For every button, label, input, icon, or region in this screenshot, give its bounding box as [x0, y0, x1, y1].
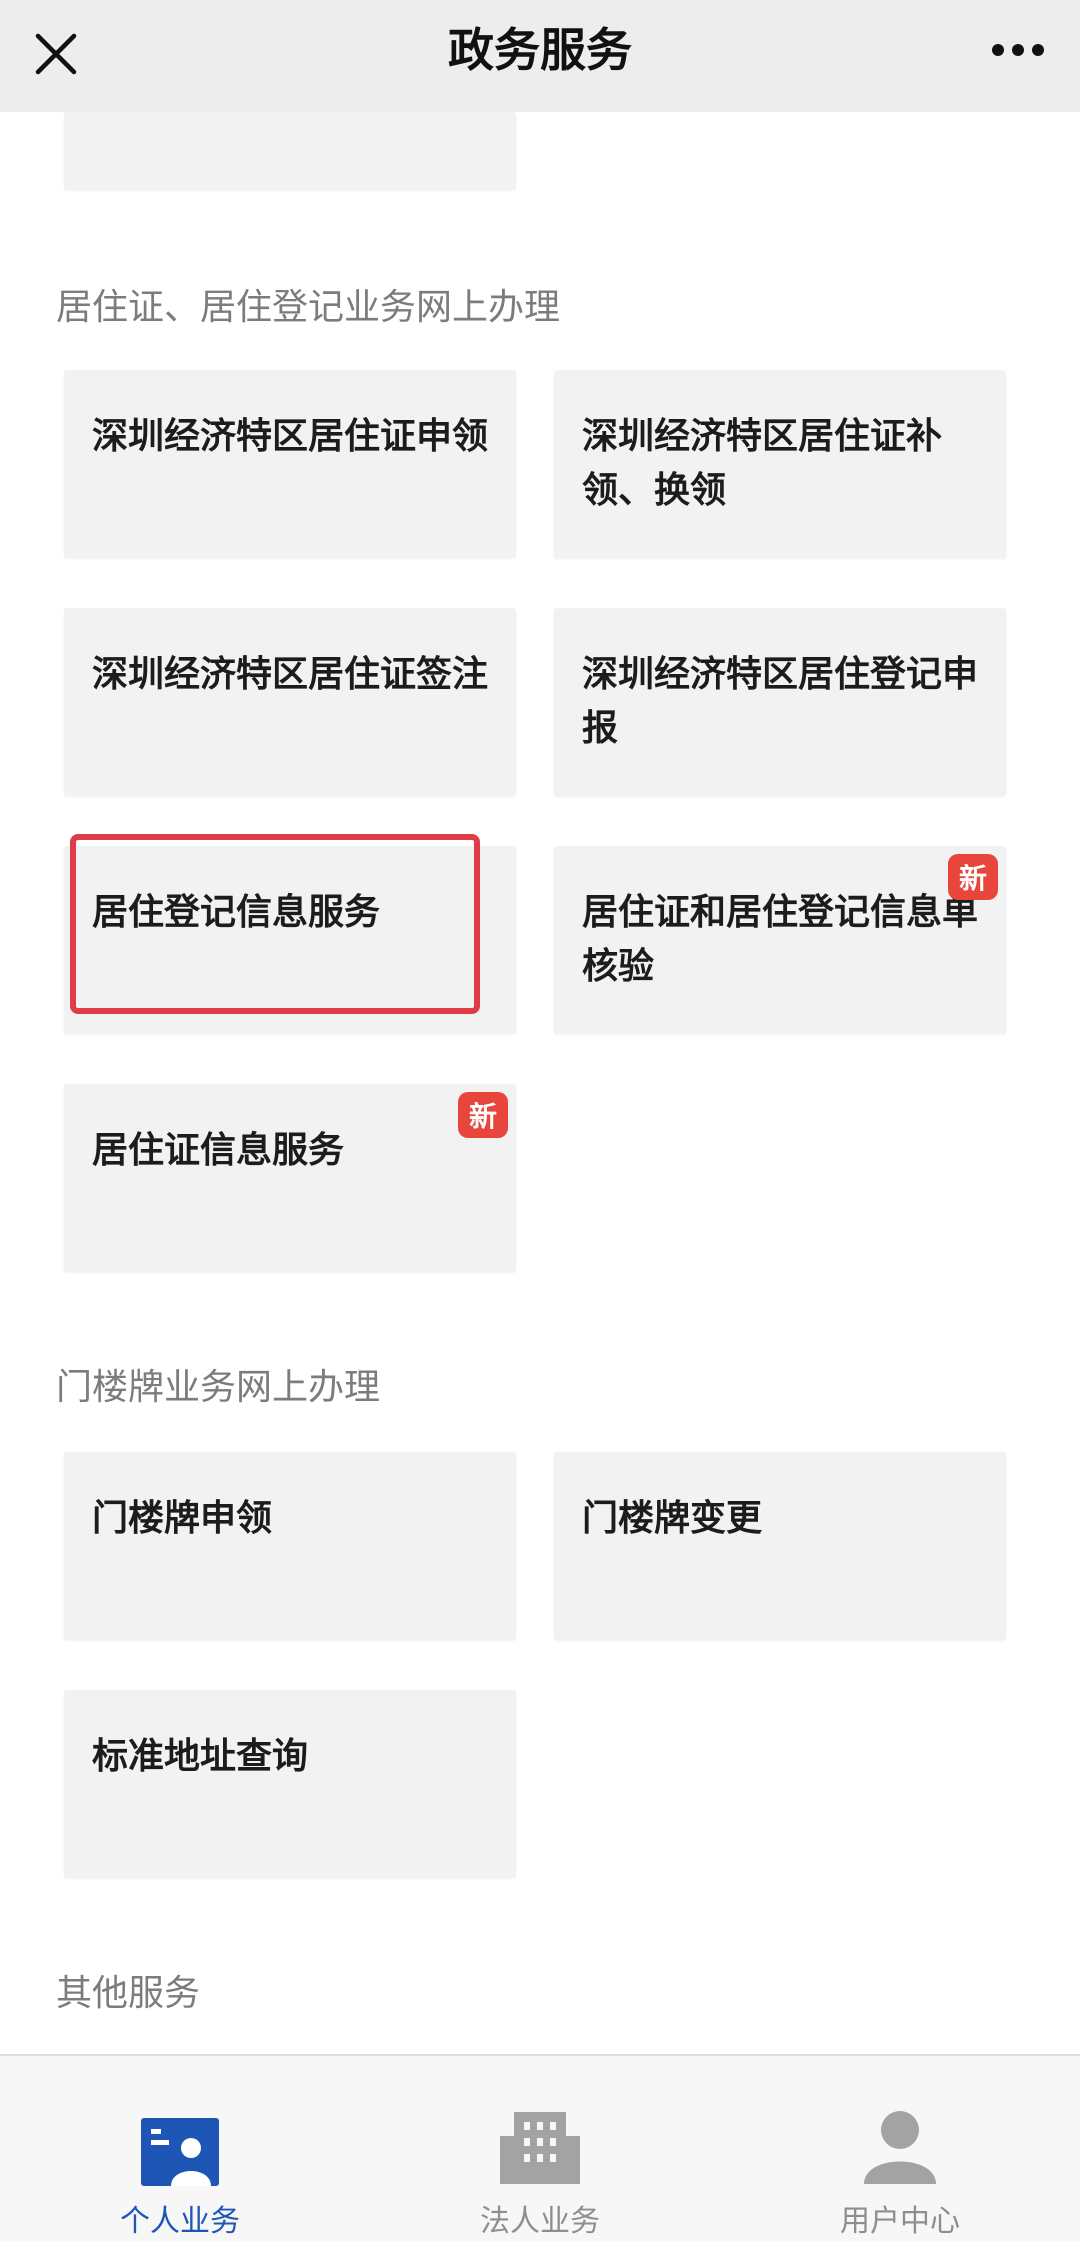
person-card-icon — [105, 2118, 255, 2198]
tile-label: 居住证信息服务 — [92, 1130, 345, 1171]
bottom-tab-bar: 个人业务 法人业务 用户中心 — [0, 2054, 1080, 2241]
service-tile-registration-info[interactable]: 居住登记信息服务 — [64, 846, 516, 1034]
tab-user-center[interactable]: 用户中心 — [720, 2056, 1080, 2241]
service-tile-residence-registration[interactable]: 深圳经济特区居住登记申报 — [554, 608, 1006, 796]
tile-label: 居住登记信息服务 — [92, 892, 381, 933]
nav-header: 政务服务 — [0, 0, 1080, 112]
tile-label: 居住证和居住登记信息单核验 — [582, 892, 979, 987]
tab-label: 法人业务 — [480, 2204, 600, 2239]
new-badge: 新 — [458, 1092, 508, 1138]
service-tile-residence-permit-apply[interactable]: 深圳经济特区居住证申领 — [64, 370, 516, 558]
service-tile-door-plate-apply[interactable]: 门楼牌申领 — [64, 1452, 516, 1640]
service-tile-partial[interactable] — [64, 112, 516, 190]
user-icon — [825, 2110, 975, 2190]
tab-corporate[interactable]: 法人业务 — [360, 2056, 720, 2241]
service-tile-info-verification[interactable]: 居住证和居住登记信息单核验 新 — [554, 846, 1006, 1034]
tile-label: 深圳经济特区居住证申领 — [92, 416, 489, 457]
section-title-other: 其他服务 — [56, 1973, 201, 2014]
building-icon — [465, 2112, 615, 2192]
page-title: 政务服务 — [448, 23, 632, 77]
tile-label: 门楼牌变更 — [582, 1498, 763, 1539]
service-tile-address-query[interactable]: 标准地址查询 — [64, 1690, 516, 1878]
more-button[interactable] — [978, 22, 1058, 78]
service-tile-residence-permit-reissue[interactable]: 深圳经济特区居住证补领、换领 — [554, 370, 1006, 558]
tab-label: 用户中心 — [840, 2204, 960, 2239]
service-tile-door-plate-change[interactable]: 门楼牌变更 — [554, 1452, 1006, 1640]
tile-label: 门楼牌申领 — [92, 1498, 273, 1539]
more-icon — [992, 44, 1044, 56]
section-title-residence: 居住证、居住登记业务网上办理 — [56, 287, 561, 328]
new-badge: 新 — [948, 854, 998, 900]
tab-personal[interactable]: 个人业务 — [0, 2056, 360, 2241]
service-tile-permit-info[interactable]: 居住证信息服务 新 — [64, 1084, 516, 1272]
tab-label: 个人业务 — [120, 2204, 240, 2239]
tile-label: 深圳经济特区居住证补领、换领 — [582, 416, 943, 511]
tile-label: 标准地址查询 — [92, 1736, 309, 1777]
section-title-door-plate: 门楼牌业务网上办理 — [56, 1367, 381, 1408]
service-tile-residence-permit-endorse[interactable]: 深圳经济特区居住证签注 — [64, 608, 516, 796]
tile-label: 深圳经济特区居住证签注 — [92, 654, 489, 695]
tile-label: 深圳经济特区居住登记申报 — [582, 654, 979, 749]
